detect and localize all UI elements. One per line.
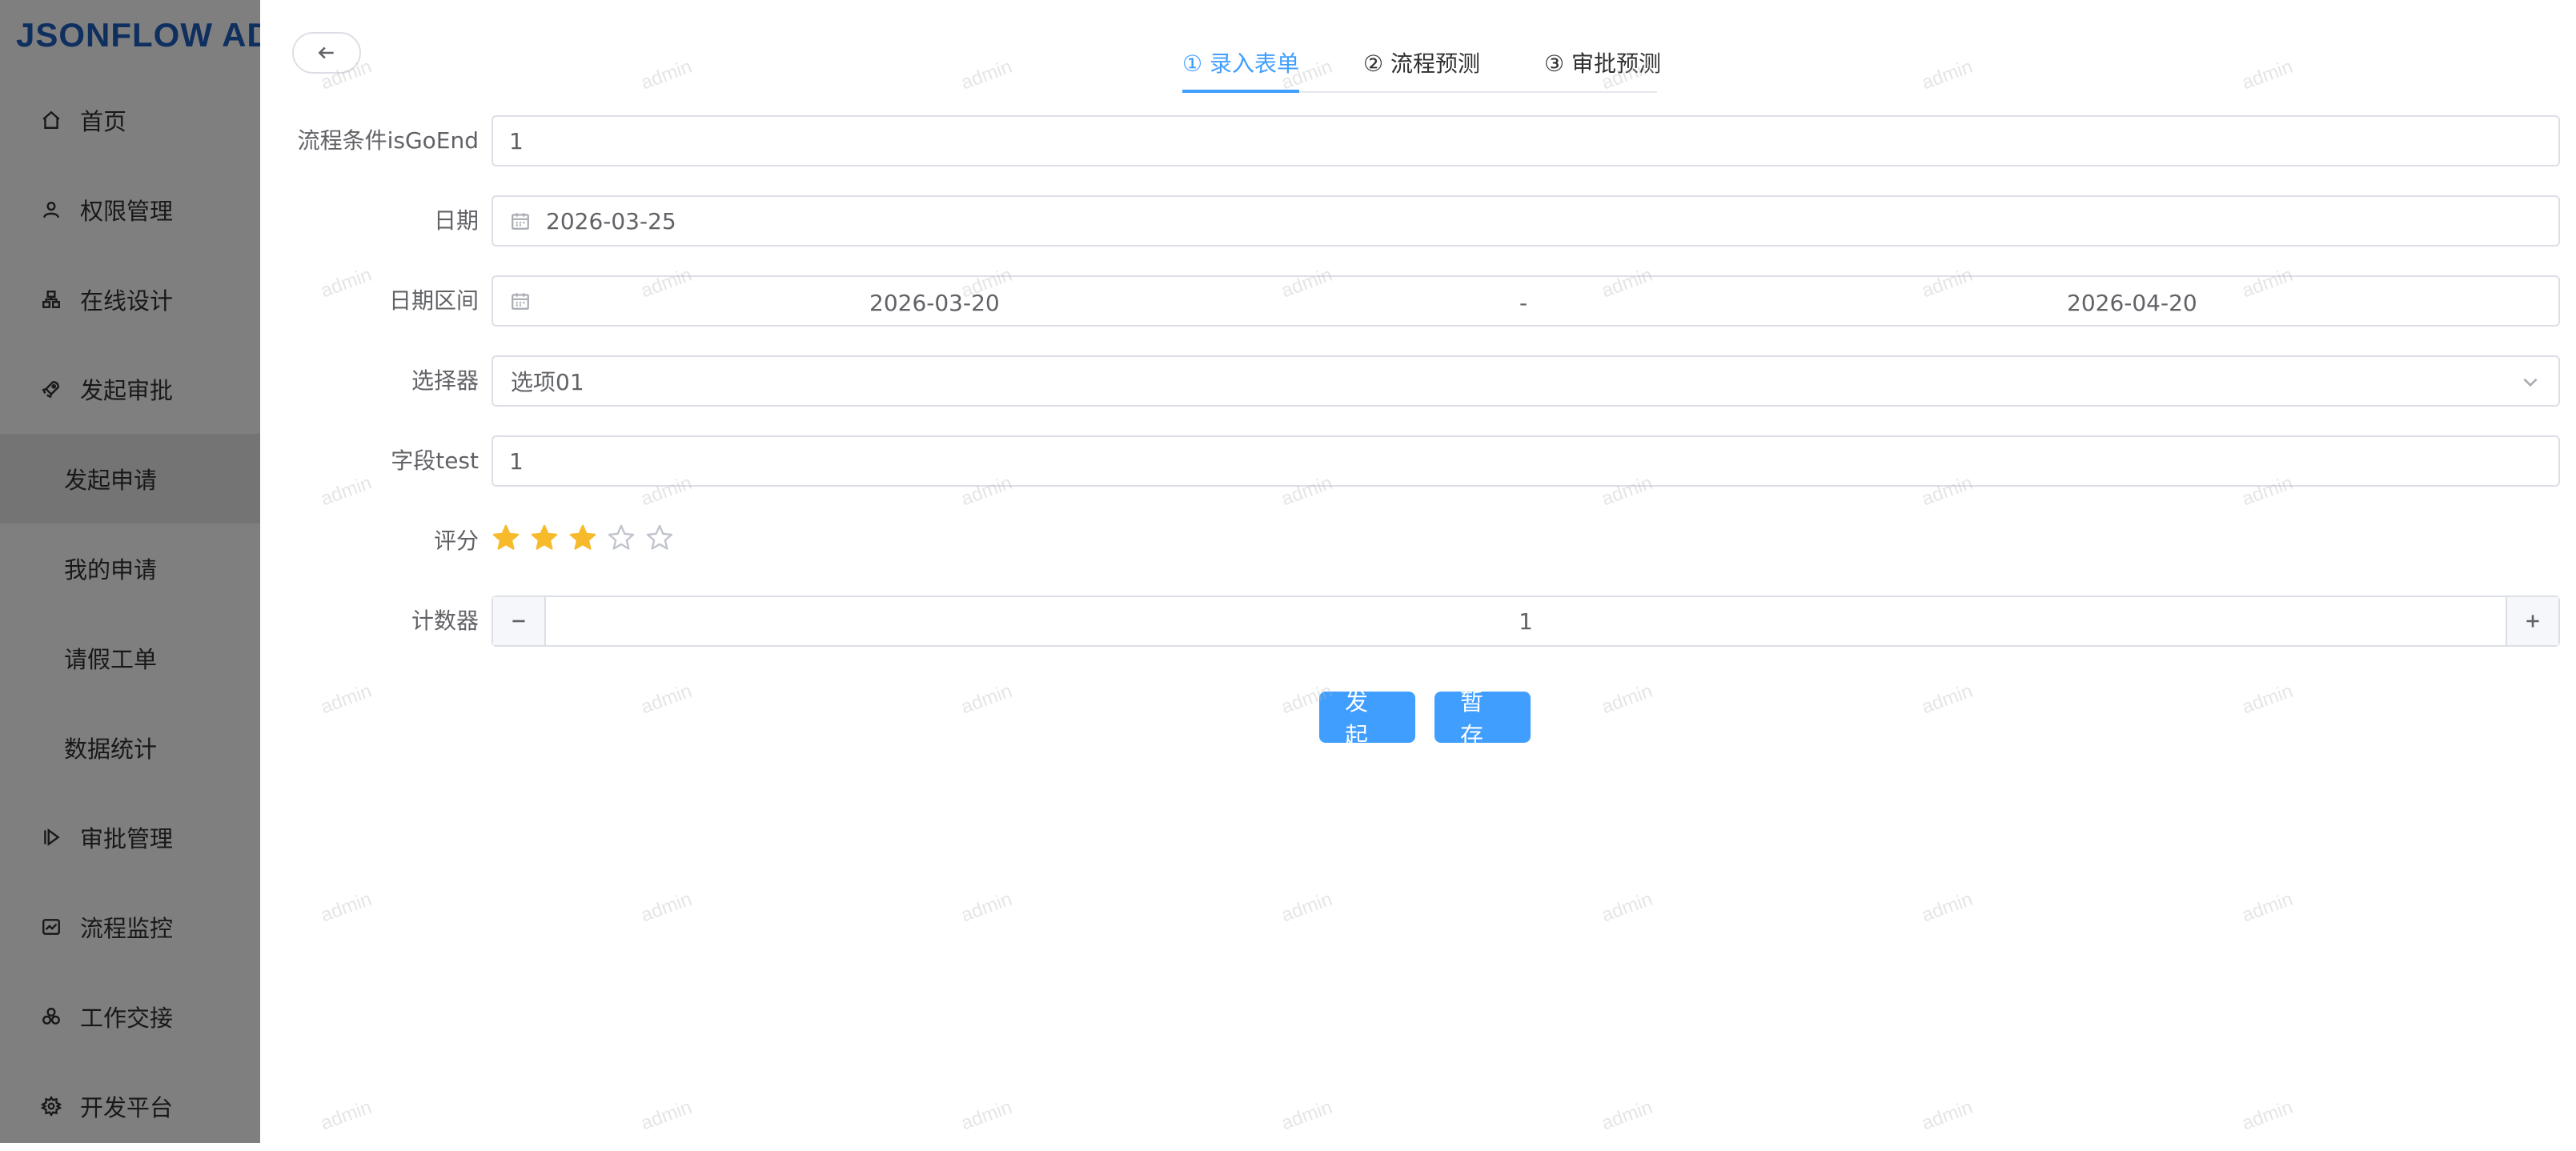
option-select[interactable]: 选项01 bbox=[492, 355, 2560, 407]
date-range-end[interactable]: 2026-04-20 bbox=[2067, 290, 2197, 316]
field-test-label: 字段test bbox=[391, 447, 479, 474]
watermark-text: admin bbox=[2239, 1096, 2296, 1135]
watermark-text: admin bbox=[318, 680, 375, 719]
star-filled-icon[interactable] bbox=[530, 523, 559, 552]
form-row-counter: 计数器 1 bbox=[260, 596, 2576, 647]
field-test-input[interactable] bbox=[493, 447, 2558, 475]
watermark-text: admin bbox=[2239, 888, 2296, 927]
watermark-text: admin bbox=[318, 1096, 375, 1135]
watermark-text: admin bbox=[958, 1096, 1015, 1135]
watermark-text: admin bbox=[1599, 888, 1655, 927]
tab-approval-preview[interactable]: ③ 审批预测 bbox=[1544, 40, 1661, 93]
watermark-text: admin bbox=[958, 680, 1015, 719]
watermark-text: admin bbox=[1919, 55, 1976, 94]
submit-button[interactable]: 发起 bbox=[1319, 688, 1415, 749]
date-value: 2026-03-25 bbox=[546, 207, 676, 235]
watermark-text: admin bbox=[1278, 888, 1335, 927]
star-empty-icon[interactable] bbox=[645, 523, 674, 552]
watermark-text: admin bbox=[2239, 55, 2296, 94]
star-filled-icon[interactable] bbox=[568, 523, 597, 552]
form-row-select: 选择器 选项01 bbox=[260, 355, 2576, 407]
watermark-text: admin bbox=[1919, 680, 1976, 719]
watermark-text: admin bbox=[638, 888, 695, 927]
watermark-text: admin bbox=[1278, 1096, 1335, 1135]
watermark-text: admin bbox=[638, 680, 695, 719]
counter-value[interactable]: 1 bbox=[493, 608, 2558, 635]
isgoend-field bbox=[492, 115, 2560, 166]
select-value: 选项01 bbox=[511, 369, 584, 395]
form-row-date-range: 日期区间 2026-03-20 - 2026-04-20 bbox=[260, 275, 2576, 327]
date-picker[interactable]: 2026-03-25 bbox=[492, 195, 2560, 247]
watermark-text: admin bbox=[2239, 680, 2296, 719]
tab-form-entry[interactable]: ① 录入表单 bbox=[1182, 40, 1300, 93]
tab-flow-preview[interactable]: ② 流程预测 bbox=[1363, 40, 1480, 93]
select-label: 选择器 bbox=[411, 367, 479, 394]
form-row-isgoend: 流程条件isGoEnd bbox=[260, 115, 2576, 166]
watermark-text: admin bbox=[1599, 1096, 1655, 1135]
isgoend-input[interactable] bbox=[493, 127, 2558, 154]
date-range-separator: - bbox=[1519, 290, 1528, 316]
watermark-text: admin bbox=[1919, 888, 1976, 927]
calendar-icon bbox=[509, 210, 532, 232]
form-row-rating: 评分 bbox=[260, 515, 2576, 567]
chevron-down-icon bbox=[2520, 371, 2541, 392]
arrow-left-icon bbox=[318, 46, 334, 59]
increment-button[interactable] bbox=[2506, 597, 2558, 645]
watermark-text: admin bbox=[958, 888, 1015, 927]
field-test-field bbox=[492, 435, 2560, 487]
counter-stepper: 1 bbox=[492, 596, 2560, 647]
date-range-picker[interactable]: 2026-03-20 - 2026-04-20 bbox=[492, 275, 2560, 327]
star-rating[interactable] bbox=[492, 523, 684, 552]
watermark-text: admin bbox=[1599, 680, 1655, 719]
date-range-start[interactable]: 2026-03-20 bbox=[869, 290, 1000, 316]
apply-drawer: ① 录入表单 ② 流程预测 ③ 审批预测 流程条件isGoEnd 日期 2026… bbox=[260, 0, 2576, 1143]
step-tabs: ① 录入表单 ② 流程预测 ③ 审批预测 bbox=[1182, 40, 1661, 93]
star-filled-icon[interactable] bbox=[492, 523, 520, 552]
plus-icon bbox=[2526, 615, 2539, 628]
star-empty-icon[interactable] bbox=[607, 523, 636, 552]
isgoend-label: 流程条件isGoEnd bbox=[297, 127, 479, 154]
date-label: 日期 bbox=[433, 207, 479, 234]
modal-overlay[interactable] bbox=[0, 0, 260, 1143]
form-row-field-test: 字段test bbox=[260, 435, 2576, 487]
form-row-date: 日期 2026-03-25 bbox=[260, 195, 2576, 247]
save-draft-button[interactable]: 暂存 bbox=[1434, 688, 1531, 749]
watermark-text: admin bbox=[958, 55, 1015, 94]
watermark-text: admin bbox=[638, 55, 695, 94]
counter-label: 计数器 bbox=[411, 608, 479, 634]
watermark-text: admin bbox=[318, 888, 375, 927]
watermark-text: admin bbox=[1919, 1096, 1976, 1135]
watermark-text: admin bbox=[638, 1096, 695, 1135]
rating-label: 评分 bbox=[433, 527, 479, 554]
date-range-label: 日期区间 bbox=[388, 287, 479, 314]
calendar-icon bbox=[509, 290, 532, 312]
back-button[interactable] bbox=[292, 32, 361, 74]
